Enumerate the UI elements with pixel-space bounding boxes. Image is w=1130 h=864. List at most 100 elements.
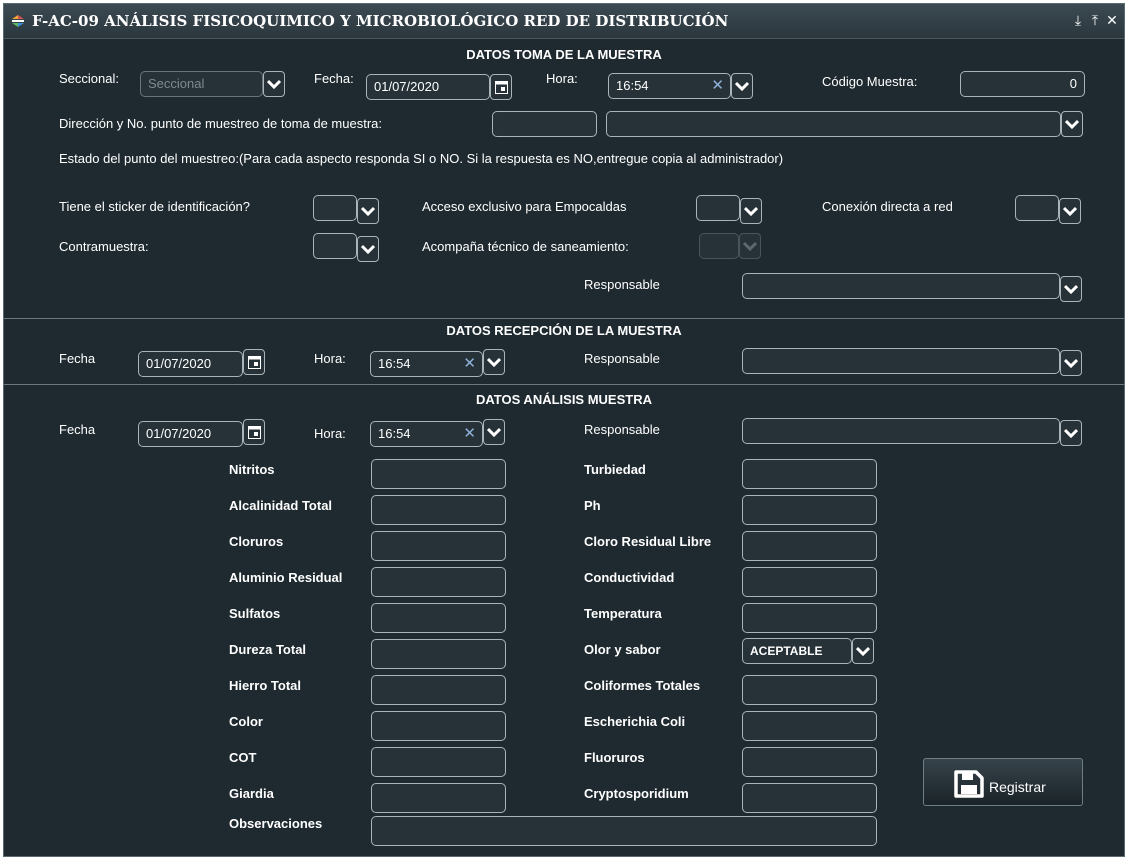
param-label: Olor y sabor [584, 642, 661, 657]
hora-toma-input[interactable]: 16:54 ✕ [608, 73, 731, 99]
clear-icon[interactable]: ✕ [463, 422, 476, 446]
param-label: Cloruros [229, 534, 284, 549]
sticker-select[interactable] [313, 195, 357, 221]
clear-icon[interactable]: ✕ [463, 352, 476, 376]
fecha-toma-input[interactable]: 01/07/2020 [366, 74, 490, 100]
acceso-dropdown[interactable] [740, 198, 762, 224]
hora-recepcion-dropdown[interactable] [483, 349, 505, 375]
chevron-down-icon [1064, 358, 1078, 369]
param-input[interactable] [371, 711, 506, 741]
seccional-select: Seccional [140, 71, 263, 97]
fecha-toma-calendar[interactable] [490, 74, 512, 100]
hora-analisis-label: Hora: [314, 426, 346, 441]
app-logo-icon [12, 15, 24, 27]
param-input[interactable] [742, 603, 877, 633]
param-label: Sulfatos [229, 606, 281, 621]
contramuestra-dropdown[interactable] [357, 236, 379, 262]
param-input[interactable] [742, 747, 877, 777]
pin-icon[interactable]: ⤒ [1087, 11, 1103, 29]
fecha-recepcion-calendar[interactable] [243, 349, 265, 375]
fecha-analisis-input[interactable]: 01/07/2020 [138, 421, 243, 447]
hora-recepcion-input[interactable]: 16:54 ✕ [370, 351, 483, 377]
floppy-disk-icon [954, 770, 984, 798]
param-input[interactable] [371, 495, 506, 525]
param-input[interactable] [371, 459, 506, 489]
chevron-down-icon [361, 206, 375, 217]
conexion-label: Conexión directa a red [822, 199, 953, 214]
direccion-select[interactable] [606, 111, 1061, 137]
responsable-recepcion-dropdown[interactable] [1060, 350, 1082, 376]
fecha-analisis-label: Fecha [59, 422, 96, 437]
param-input[interactable] [371, 531, 506, 561]
param-input[interactable] [371, 567, 506, 597]
param-input[interactable] [742, 567, 877, 597]
param-input[interactable] [742, 783, 877, 813]
hora-recepcion-value: 16:54 [378, 356, 411, 371]
param-input[interactable] [742, 711, 877, 741]
section-title: DATOS TOMA DE LA MUESTRA [466, 47, 662, 62]
direccion-label: Dirección y No. punto de muestreo de tom… [59, 116, 382, 131]
contramuestra-select[interactable] [313, 233, 357, 259]
download-icon[interactable]: ⤓ [1070, 11, 1086, 29]
hora-analisis-input[interactable]: 16:54 ✕ [370, 421, 483, 447]
param-label: Hierro Total [229, 678, 301, 693]
chevron-down-icon [856, 646, 870, 657]
section-title: DATOS RECEPCIÓN DE LA MUESTRA [446, 323, 682, 338]
param-input[interactable] [742, 459, 877, 489]
hora-analisis-dropdown[interactable] [483, 419, 505, 445]
param-label: Cloro Residual Libre [584, 534, 712, 549]
codigo-muestra-input[interactable]: 0 [960, 71, 1085, 97]
chevron-down-icon [1064, 284, 1078, 295]
hora-toma-dropdown[interactable] [731, 73, 753, 99]
chevron-down-icon [267, 79, 281, 90]
olor-sabor-select[interactable]: ACEPTABLE [742, 638, 852, 664]
param-label: Alcalinidad Total [229, 498, 333, 513]
acceso-label: Acceso exclusivo para Empocaldas [422, 199, 627, 214]
close-icon[interactable]: ✕ [1104, 11, 1120, 29]
observaciones-input[interactable] [371, 816, 877, 846]
param-label: Coliformes Totales [584, 678, 701, 693]
acceso-select[interactable] [696, 195, 740, 221]
responsable-toma-select[interactable] [742, 273, 1060, 299]
param-input[interactable] [742, 531, 877, 561]
olor-sabor-dropdown[interactable] [852, 638, 874, 664]
responsable-analisis-dropdown[interactable] [1060, 420, 1082, 446]
fecha-recepcion-input[interactable]: 01/07/2020 [138, 351, 243, 377]
conexion-select[interactable] [1015, 195, 1059, 221]
param-input[interactable] [371, 639, 506, 669]
chevron-down-icon [1064, 428, 1078, 439]
fecha-toma-label: Fecha: [314, 71, 354, 86]
calendar-icon [248, 356, 261, 369]
param-input[interactable] [371, 747, 506, 777]
responsable-recepcion-select[interactable] [742, 348, 1060, 374]
param-label: Aluminio Residual [229, 570, 343, 585]
responsable-analisis-select[interactable] [742, 418, 1060, 444]
sticker-dropdown[interactable] [357, 198, 379, 224]
clear-icon[interactable]: ✕ [711, 74, 724, 98]
param-input[interactable] [371, 783, 506, 813]
param-input[interactable] [371, 603, 506, 633]
hora-recepcion-label: Hora: [314, 351, 346, 366]
chevron-down-icon [744, 206, 758, 217]
contramuestra-label: Contramuestra: [59, 239, 149, 254]
param-input[interactable] [371, 675, 506, 705]
sticker-label: Tiene el sticker de identificación? [59, 199, 251, 214]
fecha-analisis-calendar[interactable] [243, 419, 265, 445]
hora-analisis-value: 16:54 [378, 426, 411, 441]
direccion-dropdown[interactable] [1061, 111, 1083, 137]
param-label: Cryptosporidium [584, 786, 689, 801]
chevron-down-icon [487, 427, 501, 438]
param-input[interactable] [742, 495, 877, 525]
seccional-dropdown [263, 71, 285, 97]
param-input[interactable] [742, 675, 877, 705]
param-label: Giardia [229, 786, 274, 801]
param-label: Escherichia Coli [584, 714, 686, 729]
chevron-down-icon [361, 244, 375, 255]
fecha-recepcion-label: Fecha [59, 351, 96, 366]
registrar-button[interactable]: Registrar [923, 758, 1083, 806]
conexion-dropdown[interactable] [1059, 198, 1081, 224]
param-label: Conductividad [584, 570, 675, 585]
responsable-recepcion-label: Responsable [584, 351, 660, 366]
responsable-toma-dropdown[interactable] [1060, 276, 1082, 302]
punto-codigo-input[interactable] [492, 111, 597, 137]
